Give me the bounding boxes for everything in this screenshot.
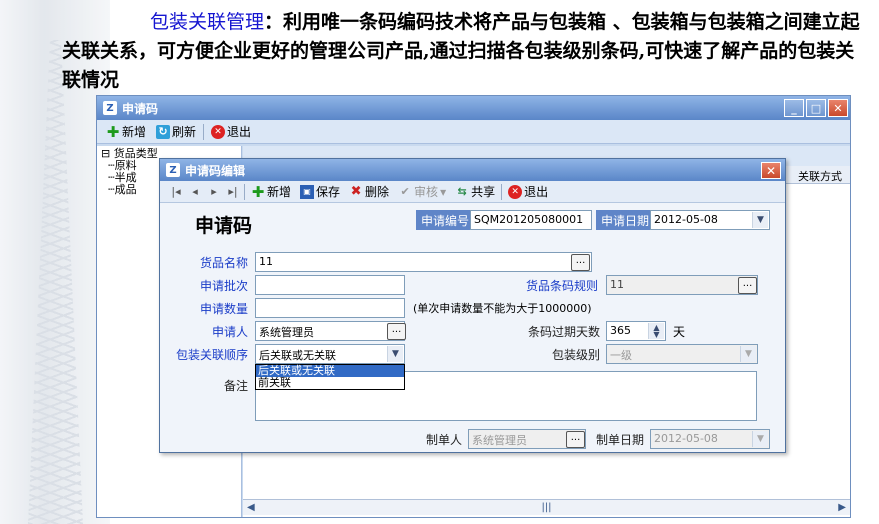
review-button[interactable]: ✔ 审核 ▾ <box>395 183 449 200</box>
dialog-toolbar: |◂ ◂ ▸ ▸| ✚ 新增 ▣ 保存 ✖ 删除 ✔ 审核 ▾ ⇆ 共享 ✕ 退出 <box>160 181 785 203</box>
tree-item-label: 成品 <box>114 183 137 196</box>
chevron-down-icon[interactable]: ▼ <box>752 431 768 447</box>
stepper-arrows-icon[interactable]: ▲ ▼ <box>648 323 664 339</box>
batch-field[interactable] <box>255 275 405 295</box>
app-icon: Z <box>166 163 180 177</box>
toolbar-separator <box>244 183 245 200</box>
pack-order-select[interactable]: 后关联或无关联 ▼ <box>255 344 405 364</box>
intro-highlight: 包装关联管理 <box>150 11 265 33</box>
exit-label: 退出 <box>524 185 549 199</box>
main-titlebar: Z 申请码 _ □ ✕ <box>97 96 850 120</box>
exit-icon: ✕ <box>211 124 226 139</box>
qty-field[interactable] <box>255 298 405 318</box>
apply-no-label: 申请编号 <box>416 210 475 230</box>
share-icon: ⇆ <box>457 185 467 198</box>
add-label: 新增 <box>122 125 147 139</box>
applicant-field[interactable]: 系统管理员 <box>255 321 405 341</box>
add-label: 新增 <box>267 185 292 199</box>
creator-label: 制单人 <box>425 433 462 447</box>
intro-paragraph: 包装关联管理：利用唯一条码编码技术将产品与包装箱 、包装箱与包装箱之间建立起关联… <box>62 8 862 95</box>
app-icon: Z <box>103 101 117 115</box>
product-browse-button[interactable]: ... <box>571 254 590 271</box>
horizontal-scrollbar[interactable]: ◀ ||| ▶ <box>243 499 850 515</box>
refresh-label: 刷新 <box>172 125 197 139</box>
toolbar-separator <box>501 183 503 200</box>
applicant-label: 申请人 <box>211 325 248 339</box>
barcode-rule-browse-button[interactable]: ... <box>738 277 757 294</box>
chevron-down-icon[interactable]: ▼ <box>740 346 756 362</box>
scroll-left-icon[interactable]: ◀ <box>247 502 255 513</box>
exit-label: 退出 <box>227 125 252 139</box>
applicant-browse-button[interactable]: ... <box>387 323 406 340</box>
qty-label: 申请数量 <box>199 302 248 316</box>
pack-order-dropdown: 后关联或无关联 前关联 <box>255 364 405 390</box>
scroll-thumb[interactable]: ||| <box>541 502 551 513</box>
delete-label: 删除 <box>365 185 390 199</box>
refresh-icon: ↻ <box>156 124 171 139</box>
main-title: 申请码 <box>122 101 159 116</box>
create-date-label: 制单日期 <box>595 433 644 447</box>
dialog-close-button[interactable]: ✕ <box>761 162 781 179</box>
barcode-rule-field[interactable]: 11 <box>606 275 758 295</box>
dialog-titlebar: Z 申请码编辑 ✕ <box>160 159 785 181</box>
pack-order-label: 包装关联顺序 <box>175 348 248 362</box>
barcode-rule-label: 货品条码规则 <box>525 279 598 293</box>
create-date-value: 2012-05-08 <box>654 432 718 445</box>
expire-label: 条码过期天数 <box>527 325 600 339</box>
save-label: 保存 <box>316 185 341 199</box>
chevron-down-icon[interactable]: ▼ <box>387 346 403 362</box>
share-button[interactable]: ⇆ 共享 <box>452 183 498 200</box>
create-date-picker[interactable]: 2012-05-08 ▼ <box>650 429 770 449</box>
expire-unit: 天 <box>673 325 686 339</box>
delete-button[interactable]: ✖ 删除 <box>346 183 392 200</box>
dialog-form: 申请码 申请编号 SQM201205080001 申请日期 2012-05-08… <box>160 203 785 453</box>
product-name-field[interactable]: 11 <box>255 252 592 272</box>
plus-icon: ✚ <box>251 182 265 201</box>
scroll-right-icon[interactable]: ▶ <box>838 502 846 513</box>
check-icon: ✔ <box>400 185 410 198</box>
minimize-button[interactable]: _ <box>784 99 804 117</box>
pack-level-value: 一级 <box>610 349 632 362</box>
apply-no-field[interactable]: SQM201205080001 <box>470 210 592 230</box>
batch-label: 申请批次 <box>199 279 248 293</box>
apply-date-value: 2012-05-08 <box>654 213 718 226</box>
edit-dialog: Z 申请码编辑 ✕ |◂ ◂ ▸ ▸| ✚ 新增 ▣ 保存 ✖ 删除 ✔ 审核 ▾ ⇆ 共享… <box>159 158 786 453</box>
grid-column-header: 关联方式 <box>798 170 842 183</box>
creator-browse-button[interactable]: ... <box>566 431 585 448</box>
maximize-button[interactable]: □ <box>806 99 826 117</box>
close-button[interactable]: ✕ <box>828 99 848 117</box>
pack-level-select[interactable]: 一级 ▼ <box>606 344 758 364</box>
save-button[interactable]: ▣ 保存 <box>297 183 343 200</box>
exit-button[interactable]: ✕ 退出 <box>208 123 254 140</box>
review-label: 审核 <box>414 185 439 199</box>
nav-last-button[interactable]: ▸| <box>225 185 241 198</box>
dropdown-option[interactable]: 前关联 <box>256 377 404 389</box>
dialog-title: 申请码编辑 <box>185 163 246 178</box>
main-toolbar: ✚ 新增 ↻ 刷新 ✕ 退出 <box>97 120 850 144</box>
save-icon: ▣ <box>300 184 315 199</box>
dialog-exit-button[interactable]: ✕ 退出 <box>505 183 551 200</box>
expire-stepper[interactable]: 365 ▲ ▼ <box>606 321 666 341</box>
toolbar-separator <box>203 123 205 140</box>
delete-icon: ✖ <box>350 184 362 199</box>
nav-next-button[interactable]: ▸ <box>206 185 222 198</box>
product-name-label: 货品名称 <box>199 256 248 270</box>
pack-order-value: 后关联或无关联 <box>259 349 336 362</box>
plus-icon: ✚ <box>106 122 120 141</box>
share-label: 共享 <box>471 185 496 199</box>
exit-icon: ✕ <box>508 184 523 199</box>
form-heading: 申请码 <box>195 215 253 237</box>
qty-hint: (单次申请数量不能为大于1000000) <box>413 302 592 315</box>
nav-prev-button[interactable]: ◂ <box>187 185 203 198</box>
remark-label: 备注 <box>223 379 248 393</box>
refresh-button[interactable]: ↻ 刷新 <box>153 123 199 140</box>
pack-level-label: 包装级别 <box>551 348 600 362</box>
dialog-add-button[interactable]: ✚ 新增 <box>248 182 294 201</box>
apply-date-label: 申请日期 <box>596 210 655 230</box>
add-button[interactable]: ✚ 新增 <box>103 122 149 141</box>
nav-first-button[interactable]: |◂ <box>168 185 184 198</box>
apply-date-picker[interactable]: 2012-05-08 ▼ <box>650 210 770 230</box>
chevron-down-icon[interactable]: ▼ <box>752 212 768 228</box>
expire-value: 365 <box>610 324 631 337</box>
